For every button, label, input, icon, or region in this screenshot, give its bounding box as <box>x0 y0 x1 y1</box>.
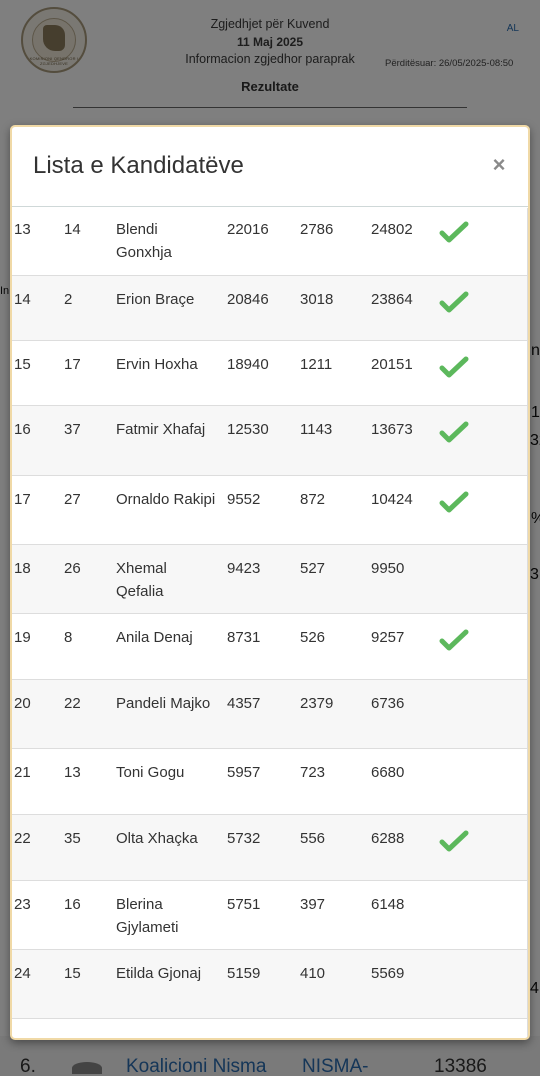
candidate-votes-a: 9552 <box>227 491 261 508</box>
candidate-row[interactable]: 24 15 Etilda Gjonaj 5159 410 5569 <box>12 950 528 1019</box>
candidate-name: Toni Gogu <box>116 764 185 781</box>
elected-check-icon <box>439 421 469 443</box>
candidate-votes-a: 5159 <box>227 965 261 982</box>
candidate-total: 20151 <box>371 356 413 373</box>
candidate-total: 6680 <box>371 764 405 781</box>
elected-check-icon <box>439 356 469 378</box>
candidate-votes-b: 556 <box>300 830 326 847</box>
elected-check-icon <box>439 491 469 513</box>
candidate-row[interactable]: 21 13 Toni Gogu 5957 723 6680 <box>12 749 528 815</box>
candidate-rank: 17 <box>14 491 31 508</box>
candidate-name: Blerina Gjylameti <box>116 896 179 936</box>
candidate-votes-a: 5957 <box>227 764 261 781</box>
candidate-row[interactable]: 17 27 Ornaldo Rakipi 9552 872 10424 <box>12 476 528 545</box>
candidates-list[interactable]: 13 14 Blendi Gonxhja 22016 2786 24802 14 2 Erion… <box>12 208 528 1038</box>
candidate-votes-b: 723 <box>300 764 326 781</box>
candidate-number: 15 <box>64 965 81 982</box>
candidate-number: 22 <box>64 695 81 712</box>
candidate-number: 27 <box>64 491 81 508</box>
candidate-rank: 23 <box>14 896 31 913</box>
candidate-total: 6736 <box>371 695 405 712</box>
candidate-rank: 15 <box>14 356 31 373</box>
candidate-name: Olta Xhaçka <box>116 830 198 847</box>
modal-title: Lista e Kandidatëve <box>33 152 244 179</box>
candidate-votes-a: 9423 <box>227 560 261 577</box>
candidate-number: 14 <box>64 221 81 238</box>
candidate-votes-a: 18940 <box>227 356 269 373</box>
candidate-total: 9257 <box>371 629 405 646</box>
candidate-number: 26 <box>64 560 81 577</box>
candidate-votes-b: 1211 <box>300 356 333 373</box>
candidate-votes-a: 12530 <box>227 421 269 438</box>
candidate-votes-b: 410 <box>300 965 326 982</box>
results-page: KOMISIONI QENDROR I ZGJEDHJEVE Zgjedhjet… <box>0 0 540 1077</box>
candidate-rank: 24 <box>14 965 31 982</box>
candidate-votes-b: 397 <box>300 896 326 913</box>
candidate-votes-a: 4357 <box>227 695 261 712</box>
candidate-row[interactable]: 22 35 Olta Xhaçka 5732 556 6288 <box>12 815 528 881</box>
elected-check-icon <box>439 221 469 243</box>
candidate-votes-b: 526 <box>300 629 326 646</box>
candidate-votes-a: 5732 <box>227 830 261 847</box>
candidate-rank: 14 <box>14 291 31 308</box>
candidate-votes-b: 1143 <box>300 421 333 438</box>
candidate-name: Anila Denaj <box>116 629 193 646</box>
candidate-number: 35 <box>64 830 81 847</box>
candidate-name: Ornaldo Rakipi <box>116 491 216 508</box>
candidate-total: 24802 <box>371 221 413 238</box>
elected-check-icon <box>439 291 469 313</box>
modal-header: Lista e Kandidatëve × <box>12 127 528 207</box>
candidate-rank: 13 <box>14 221 31 238</box>
candidate-total: 10424 <box>371 491 413 508</box>
candidate-name: Etilda Gjonaj <box>116 965 202 982</box>
candidate-total: 6148 <box>371 896 405 913</box>
candidate-total: 9950 <box>371 560 405 577</box>
candidate-rank: 21 <box>14 764 31 781</box>
candidate-row[interactable]: 18 26 Xhemal Qefalia 9423 527 9950 <box>12 545 528 614</box>
candidate-number: 37 <box>64 421 81 438</box>
candidate-rank: 22 <box>14 830 31 847</box>
candidates-modal: Lista e Kandidatëve × 13 14 Blendi Gonxhja… <box>10 125 530 1040</box>
candidate-votes-b: 2786 <box>300 221 334 238</box>
candidate-votes-b: 527 <box>300 560 326 577</box>
candidate-number: 16 <box>64 896 81 913</box>
candidate-votes-a: 8731 <box>227 629 261 646</box>
candidate-votes-b: 2379 <box>300 695 334 712</box>
candidate-rank: 18 <box>14 560 31 577</box>
candidate-name: Pandeli Majko <box>116 695 211 712</box>
candidate-row[interactable]: 15 17 Ervin Hoxha 18940 1211 20151 <box>12 341 528 406</box>
candidate-total: 13673 <box>371 421 413 438</box>
candidate-total: 23864 <box>371 291 413 308</box>
candidate-votes-b: 3018 <box>300 291 334 308</box>
candidate-votes-a: 5751 <box>227 896 261 913</box>
candidate-name: Xhemal Qefalia <box>116 560 167 600</box>
elected-check-icon <box>439 629 469 651</box>
candidate-name: Ervin Hoxha <box>116 356 198 373</box>
candidate-name: Erion Braçe <box>116 291 195 308</box>
elected-check-icon <box>439 830 469 852</box>
close-button[interactable]: × <box>488 153 510 177</box>
candidate-number: 17 <box>64 356 81 373</box>
candidate-name: Fatmir Xhafaj <box>116 421 206 438</box>
candidate-votes-b: 872 <box>300 491 326 508</box>
candidate-row[interactable]: 19 8 Anila Denaj 8731 526 9257 <box>12 614 528 680</box>
candidate-number: 2 <box>64 291 73 308</box>
candidate-total: 6288 <box>371 830 405 847</box>
candidate-number: 8 <box>64 629 73 646</box>
candidate-rank: 16 <box>14 421 31 438</box>
candidate-number: 13 <box>64 764 81 781</box>
candidate-votes-a: 20846 <box>227 291 269 308</box>
candidate-rank: 20 <box>14 695 31 712</box>
scrollbar[interactable] <box>527 208 528 1038</box>
candidate-total: 5569 <box>371 965 405 982</box>
candidate-row[interactable]: 13 14 Blendi Gonxhja 22016 2786 24802 <box>12 208 528 276</box>
candidate-row[interactable]: 20 22 Pandeli Majko 4357 2379 6736 <box>12 680 528 749</box>
candidate-row[interactable]: 16 37 Fatmir Xhafaj 12530 1143 13673 <box>12 406 528 476</box>
candidate-row[interactable]: 23 16 Blerina Gjylameti 5751 397 6148 <box>12 881 528 950</box>
candidate-row[interactable]: 14 2 Erion Braçe 20846 3018 23864 <box>12 276 528 341</box>
candidate-rank: 19 <box>14 629 31 646</box>
candidate-name: Blendi Gonxhja <box>116 221 172 261</box>
candidate-votes-a: 22016 <box>227 221 269 238</box>
